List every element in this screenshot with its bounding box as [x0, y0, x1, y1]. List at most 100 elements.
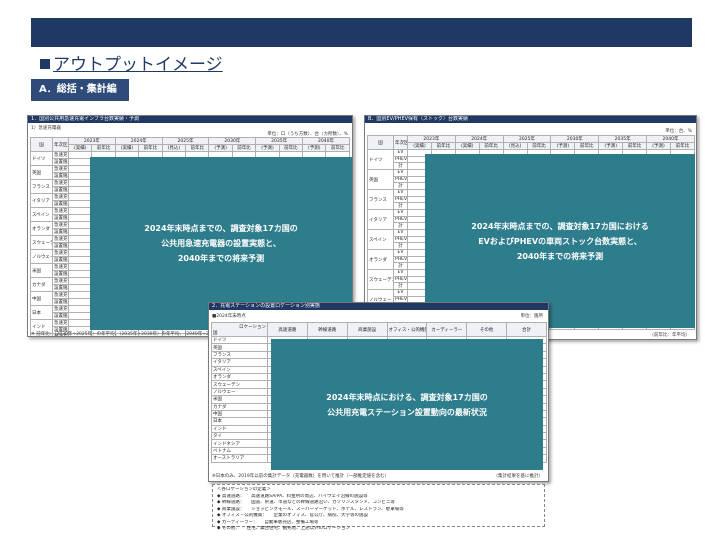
header-sub: (実績)	[114, 144, 140, 152]
header-year: 2023年	[407, 135, 456, 143]
panel-station-location: 2．充電ステーションの設置ロケーション別実態 ■2024年末時点 単位：箇所 ロ…	[208, 302, 549, 482]
overlay-line: 2024年末時点までの、調査対象17カ国における	[471, 221, 649, 231]
value-cell	[67, 319, 93, 327]
header-year: 2040年	[646, 135, 695, 143]
header-sub: 前年比	[430, 142, 456, 150]
country-cell: スウェーデン	[367, 269, 394, 290]
unit-note: 単位：台、%	[665, 129, 692, 134]
overlay-line: EVおよびPHEVの車両ストック台数実態と、	[478, 236, 642, 246]
kind-cell: 設置箇所数	[52, 200, 69, 208]
header-sub: 前年比	[231, 144, 257, 152]
header-kind: 年次区分	[393, 135, 408, 150]
overlay-line: 2024年末時点までの、調査対象17カ国の	[144, 224, 298, 233]
header-sub: (実績)	[67, 144, 93, 152]
kind-cell: 計	[393, 202, 408, 210]
header-year: 2023年	[68, 137, 116, 145]
kind-cell: 急速充電器数	[52, 165, 69, 173]
country-cell: インド	[211, 424, 268, 434]
header-year: 2025年	[502, 135, 552, 143]
header-column: 合計	[506, 322, 547, 337]
country-cell: オランダ	[211, 372, 268, 382]
table-header-years: 国 年次区分 2023年2024年2025年2030年2035年2040年	[367, 135, 695, 150]
header-year: 2024年	[114, 137, 163, 145]
country-cell: ベトナム	[211, 446, 268, 456]
kind-cell: PHEV	[393, 155, 408, 163]
overlay-line: 2040年までの将来予測	[516, 251, 604, 261]
country-cell: インドネシア	[211, 439, 268, 448]
value-cell	[67, 291, 93, 299]
header-sub: (実績)	[454, 142, 480, 150]
country-cell: フランス	[30, 179, 53, 194]
country-cell: イタリア	[30, 193, 53, 208]
header-year: 2030年	[550, 135, 600, 143]
overlay-line: 2024年末時点における、調査対象17カ国の	[326, 392, 488, 402]
kind-cell: 急速充電器数	[52, 263, 69, 271]
value-cell	[67, 256, 93, 264]
country-cell: 米国	[211, 395, 268, 404]
country-cell: 英国	[367, 169, 394, 190]
value-cell	[67, 242, 93, 250]
kind-cell: 急速充電器数	[52, 249, 69, 257]
header-sub: 前年比	[278, 144, 304, 152]
kind-cell: 設置箇所数	[52, 256, 69, 264]
kind-cell: 設置箇所数	[52, 214, 69, 222]
country-cell: フランス	[211, 350, 268, 360]
overlay-summary: 2024年末時点における、調査対象17カ国の 公共用充電ステーション設置動向の最新…	[271, 339, 543, 470]
kind-cell: 急速充電器数	[52, 151, 69, 159]
kind-cell: 計	[393, 282, 408, 290]
country-cell: スウェーデン	[211, 380, 268, 389]
header-column: 幹線道路	[306, 322, 348, 337]
value-cell	[67, 214, 93, 222]
header-sub: 前年比	[622, 142, 648, 150]
country-cell: フランス	[367, 189, 394, 210]
header-country: 国	[213, 330, 218, 336]
country-cell: スペイン	[367, 229, 394, 250]
country-cell: タイ	[211, 432, 268, 441]
footnote: ※日本のみ、2019年以前の集計データ（充電器数）を用いて推計（一部推定値を含む…	[212, 474, 390, 479]
kind-cell: 急速充電器数	[52, 221, 69, 229]
kind-cell: PHEV	[393, 275, 408, 283]
country-cell: スペイン	[30, 207, 53, 222]
value-cell	[67, 172, 93, 180]
header-sub: 前年比	[669, 142, 696, 150]
header-sub: 前年比	[91, 144, 116, 152]
value-cell	[67, 193, 93, 201]
value-cell	[67, 200, 93, 208]
page-heading: アウトプットイメージ	[40, 50, 223, 75]
header-sub: (見込)	[161, 144, 187, 152]
header-country: 国	[30, 137, 53, 152]
value-cell	[67, 207, 93, 215]
panel-subtitle: ■2024年末時点	[212, 314, 246, 319]
overlay-line: 2040年までの将来予測	[177, 254, 265, 263]
kind-cell: PHEV	[393, 235, 408, 243]
footnote: （前年比：年平均）	[649, 333, 691, 338]
kind-cell: 設置箇所数	[52, 186, 69, 194]
top-banner	[31, 18, 692, 47]
country-cell: 英国	[211, 343, 268, 352]
header-corner: ロケーション国	[211, 322, 268, 337]
panel-title: B．国別EV/PHEV保有（ストック）台数実績	[365, 116, 696, 123]
header-year: 2025年	[161, 137, 210, 145]
overlay-line: 公共用急速充電器の設置実態と、	[161, 239, 281, 248]
kind-cell: 設置箇所数	[52, 284, 69, 292]
value-cell	[67, 270, 93, 278]
header-sub: 前年比	[138, 144, 163, 152]
country-cell: カナダ	[30, 277, 53, 292]
header-sub: (実績)	[407, 142, 432, 150]
panel-subtitle: 1）急速充電器	[31, 126, 61, 131]
definition-line: ◆ その他： 住宅、集合住宅、観光地、上記以外のロケーション	[217, 526, 351, 531]
header-sub: (予測)	[550, 142, 576, 150]
value-cell	[67, 249, 93, 257]
kind-cell: 設置箇所数	[52, 158, 69, 166]
kind-cell: 急速充電器数	[52, 319, 69, 327]
header-sub: (予測)	[302, 144, 327, 152]
country-cell: ドイツ	[30, 151, 53, 166]
kind-cell: 計	[393, 182, 408, 190]
country-cell: ノルウェー	[30, 249, 53, 264]
kind-cell: PHEV	[393, 195, 408, 203]
country-cell: 英国	[30, 165, 53, 180]
overlay-line: 公共用充電ステーション設置動向の最新状況	[327, 407, 487, 417]
value-cell	[67, 298, 93, 306]
header-kind: 年次区分	[52, 137, 69, 152]
country-cell: 日本	[211, 417, 268, 426]
